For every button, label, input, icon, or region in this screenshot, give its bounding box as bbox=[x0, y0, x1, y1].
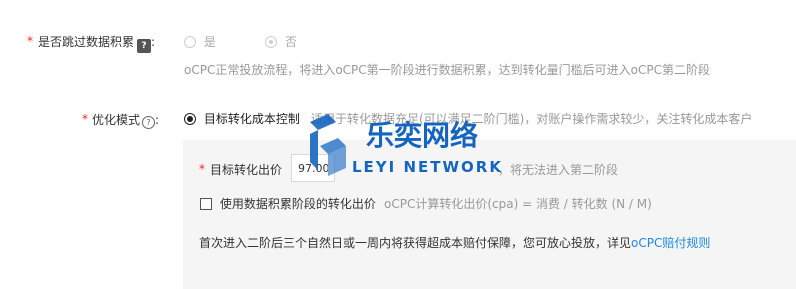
target-bid-label: 目标转化出价 bbox=[210, 163, 283, 177]
radio-no-circle[interactable] bbox=[265, 36, 277, 48]
radio-yes[interactable]: 是 bbox=[184, 33, 216, 50]
watermark-brand-cn: 乐奕网络 bbox=[366, 119, 479, 152]
watermark-logo: 乐奕网络 LEYI NETWORK bbox=[306, 110, 501, 180]
skip-accumulation-label: 是否跳过数据积累?: bbox=[38, 35, 156, 53]
radio-no[interactable]: 否 bbox=[265, 33, 297, 50]
compensation-rules-link[interactable]: oCPC赔付规则 bbox=[631, 236, 710, 250]
guarantee-text: 首次进入二阶后三个自然日或一周内将获得超成本赔付保障，您可放心投放，详见oCPC… bbox=[199, 234, 710, 251]
radio-target-cost-circle[interactable] bbox=[184, 113, 196, 125]
radio-yes-circle[interactable] bbox=[184, 36, 196, 48]
target-bid-hint: ，将无法进入第二阶段 bbox=[498, 163, 619, 177]
required-mark: * bbox=[82, 112, 88, 126]
radio-no-label: 否 bbox=[284, 35, 297, 49]
skip-accumulation-hint: oCPC正常投放流程，将进入oCPC第一阶段进行数据积累，达到转化量门槛后可进入… bbox=[184, 63, 711, 77]
checkbox-box[interactable] bbox=[200, 198, 212, 210]
watermark-brand-en: LEYI NETWORK bbox=[352, 158, 503, 176]
question-circle-icon[interactable]: ? bbox=[142, 116, 156, 129]
radio-target-cost-label: 目标转化成本控制 bbox=[203, 112, 300, 126]
required-mark: * bbox=[27, 34, 33, 48]
cpa-formula: oCPC计算转化出价(cpa) = 消费 / 转化数 (N / M) bbox=[384, 197, 652, 211]
skip-accumulation-label-text: 是否跳过数据积累 bbox=[38, 35, 135, 49]
radio-target-cost[interactable]: 目标转化成本控制 bbox=[184, 110, 300, 127]
guarantee-desc: 首次进入二阶后三个自然日或一周内将获得超成本赔付保障，您可放心投放，详见 bbox=[199, 236, 632, 250]
optimize-mode-label-text: 优化模式 bbox=[92, 113, 141, 127]
use-accum-bid-checkbox[interactable]: 使用数据积累阶段的转化出价 bbox=[200, 195, 376, 212]
required-mark: * bbox=[199, 162, 205, 176]
question-box-icon[interactable]: ? bbox=[137, 39, 152, 53]
optimize-mode-label: 优化模式?: bbox=[92, 113, 160, 129]
radio-yes-label: 是 bbox=[203, 35, 216, 49]
use-accum-bid-label: 使用数据积累阶段的转化出价 bbox=[219, 197, 376, 211]
